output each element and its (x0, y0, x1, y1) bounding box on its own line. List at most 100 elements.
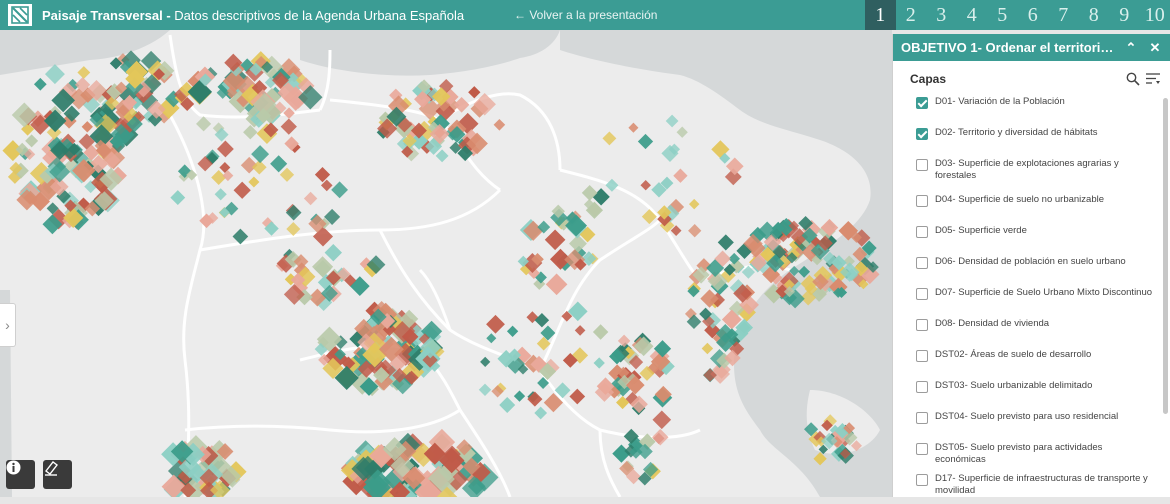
municipality-patch (673, 169, 687, 183)
municipality-patch (315, 167, 330, 182)
municipality-patch (677, 127, 688, 138)
municipality-patch (594, 357, 605, 368)
map-canvas[interactable] (0, 30, 892, 497)
municipality-patch (535, 313, 549, 327)
municipality-patch (480, 357, 490, 367)
municipality-patch (170, 190, 185, 205)
page-button-4[interactable]: 4 (957, 0, 988, 30)
page-button-8[interactable]: 8 (1079, 0, 1110, 30)
municipality-patch (251, 145, 269, 163)
municipality-patch (593, 324, 608, 339)
layer-label: D07- Superficie de Suelo Urbano Mixto Di… (935, 287, 1152, 299)
layers-heading: Capas (910, 72, 1126, 86)
municipality-patch (638, 134, 653, 149)
expand-panel-handle[interactable]: › (0, 303, 16, 347)
app-title-rest: Datos descriptivos de la Agenda Urbana E… (171, 8, 464, 23)
layer-list: D01- Variación de la Población D02- Terri… (893, 96, 1161, 504)
municipality-patch (702, 343, 713, 354)
layer-item[interactable]: D03- Superficie de explotaciones agraria… (893, 158, 1161, 194)
app-title-bold: Paisaje Transversal - (42, 8, 171, 23)
back-to-presentation-link[interactable]: ← Volver a la presentación (514, 8, 657, 22)
municipality-patch (25, 134, 38, 147)
municipality-patch (436, 149, 449, 162)
municipality-patch (688, 224, 701, 237)
layer-checkbox[interactable] (916, 381, 928, 393)
layer-checkbox[interactable] (916, 226, 928, 238)
layers-toolbar: Capas (893, 61, 1170, 97)
search-icon[interactable] (1126, 72, 1140, 86)
municipality-patch (234, 182, 251, 199)
map-view[interactable]: › (0, 30, 892, 497)
layer-item[interactable]: D04- Superficie de suelo no urbanizable (893, 194, 1161, 225)
municipality-patch (652, 410, 671, 429)
municipality-patch (545, 229, 566, 250)
layer-item[interactable]: DST03- Suelo urbanizable delimitado (893, 380, 1161, 411)
page-button-6[interactable]: 6 (1018, 0, 1049, 30)
layer-checkbox[interactable] (916, 128, 928, 140)
municipality-patch (215, 188, 227, 200)
app-title: Paisaje Transversal - Datos descriptivos… (42, 8, 464, 23)
layer-checkbox[interactable] (916, 97, 928, 109)
page-button-9[interactable]: 9 (1109, 0, 1140, 30)
layer-checkbox[interactable] (916, 195, 928, 207)
municipality-patch (555, 382, 571, 398)
close-panel-button[interactable]: ✕ (1147, 40, 1163, 56)
layer-checkbox[interactable] (916, 159, 928, 171)
eraser-button[interactable] (43, 460, 72, 489)
layer-checkbox[interactable] (916, 288, 928, 300)
layer-label: D05- Superficie verde (935, 225, 1027, 237)
panel-title: OBJETIVO 1- Ordenar el territorio... (901, 40, 1115, 55)
layer-item[interactable]: D08- Densidad de vivienda (893, 318, 1161, 349)
page-selector: 12345678910 (865, 0, 1170, 30)
layer-label: D06- Densidad de población en suelo urba… (935, 256, 1126, 268)
municipality-patch (34, 78, 47, 91)
layer-item[interactable]: D07- Superficie de Suelo Urbano Mixto Di… (893, 287, 1161, 318)
layer-label: D01- Variación de la Población (935, 96, 1065, 108)
municipality-patch (718, 234, 734, 250)
layer-item[interactable]: D06- Densidad de población en suelo urba… (893, 256, 1161, 287)
municipality-patch (45, 64, 65, 84)
page-button-5[interactable]: 5 (987, 0, 1018, 30)
layer-item[interactable]: DST05- Suelo previsto para actividades e… (893, 442, 1161, 473)
layer-label: D02- Territorio y diversidad de hábitats (935, 127, 1097, 139)
municipality-patch (534, 407, 547, 420)
municipality-patch (602, 131, 616, 145)
municipality-patch (486, 333, 496, 343)
panel-header: OBJETIVO 1- Ordenar el territorio... ⌃ ✕ (893, 34, 1170, 61)
filter-list-icon[interactable] (1145, 72, 1161, 86)
municipality-patch (479, 384, 491, 396)
info-button[interactable] (6, 460, 35, 489)
layer-checkbox[interactable] (916, 319, 928, 331)
municipality-patches (2, 50, 879, 497)
layer-item[interactable]: D02- Territorio y diversidad de hábitats (893, 127, 1161, 158)
layer-item[interactable]: D17- Superficie de infraestructuras de t… (893, 473, 1161, 504)
municipality-patch (605, 179, 618, 192)
layer-item[interactable]: DST04- Suelo previsto para uso residenci… (893, 411, 1161, 442)
layer-item[interactable]: D01- Variación de la Población (893, 96, 1161, 127)
layer-item[interactable]: D05- Superficie verde (893, 225, 1161, 256)
collapse-panel-button[interactable]: ⌃ (1123, 40, 1139, 56)
municipality-patch (196, 116, 211, 131)
layer-checkbox[interactable] (916, 257, 928, 269)
layer-item[interactable]: DST02- Áreas de suelo de desarrollo (893, 349, 1161, 380)
layer-checkbox[interactable] (916, 350, 928, 362)
municipality-patch (468, 86, 480, 98)
page-button-3[interactable]: 3 (926, 0, 957, 30)
page-button-10[interactable]: 10 (1140, 0, 1170, 30)
panel-scrollbar[interactable] (1163, 98, 1168, 414)
close-icon: ✕ (1150, 40, 1161, 55)
municipality-patch (499, 397, 515, 413)
app-logo[interactable] (8, 4, 32, 26)
municipality-patch (304, 192, 317, 205)
page-button-2[interactable]: 2 (896, 0, 927, 30)
layer-label: DST04- Suelo previsto para uso residenci… (935, 411, 1118, 423)
municipality-patch (331, 181, 348, 198)
layer-checkbox[interactable] (916, 412, 928, 424)
layer-checkbox[interactable] (916, 443, 928, 455)
layer-checkbox[interactable] (916, 474, 928, 486)
municipality-patch (243, 125, 257, 139)
page-button-1[interactable]: 1 (865, 0, 896, 30)
page-button-7[interactable]: 7 (1048, 0, 1079, 30)
municipality-patch (82, 121, 93, 132)
municipality-patch (507, 326, 518, 337)
